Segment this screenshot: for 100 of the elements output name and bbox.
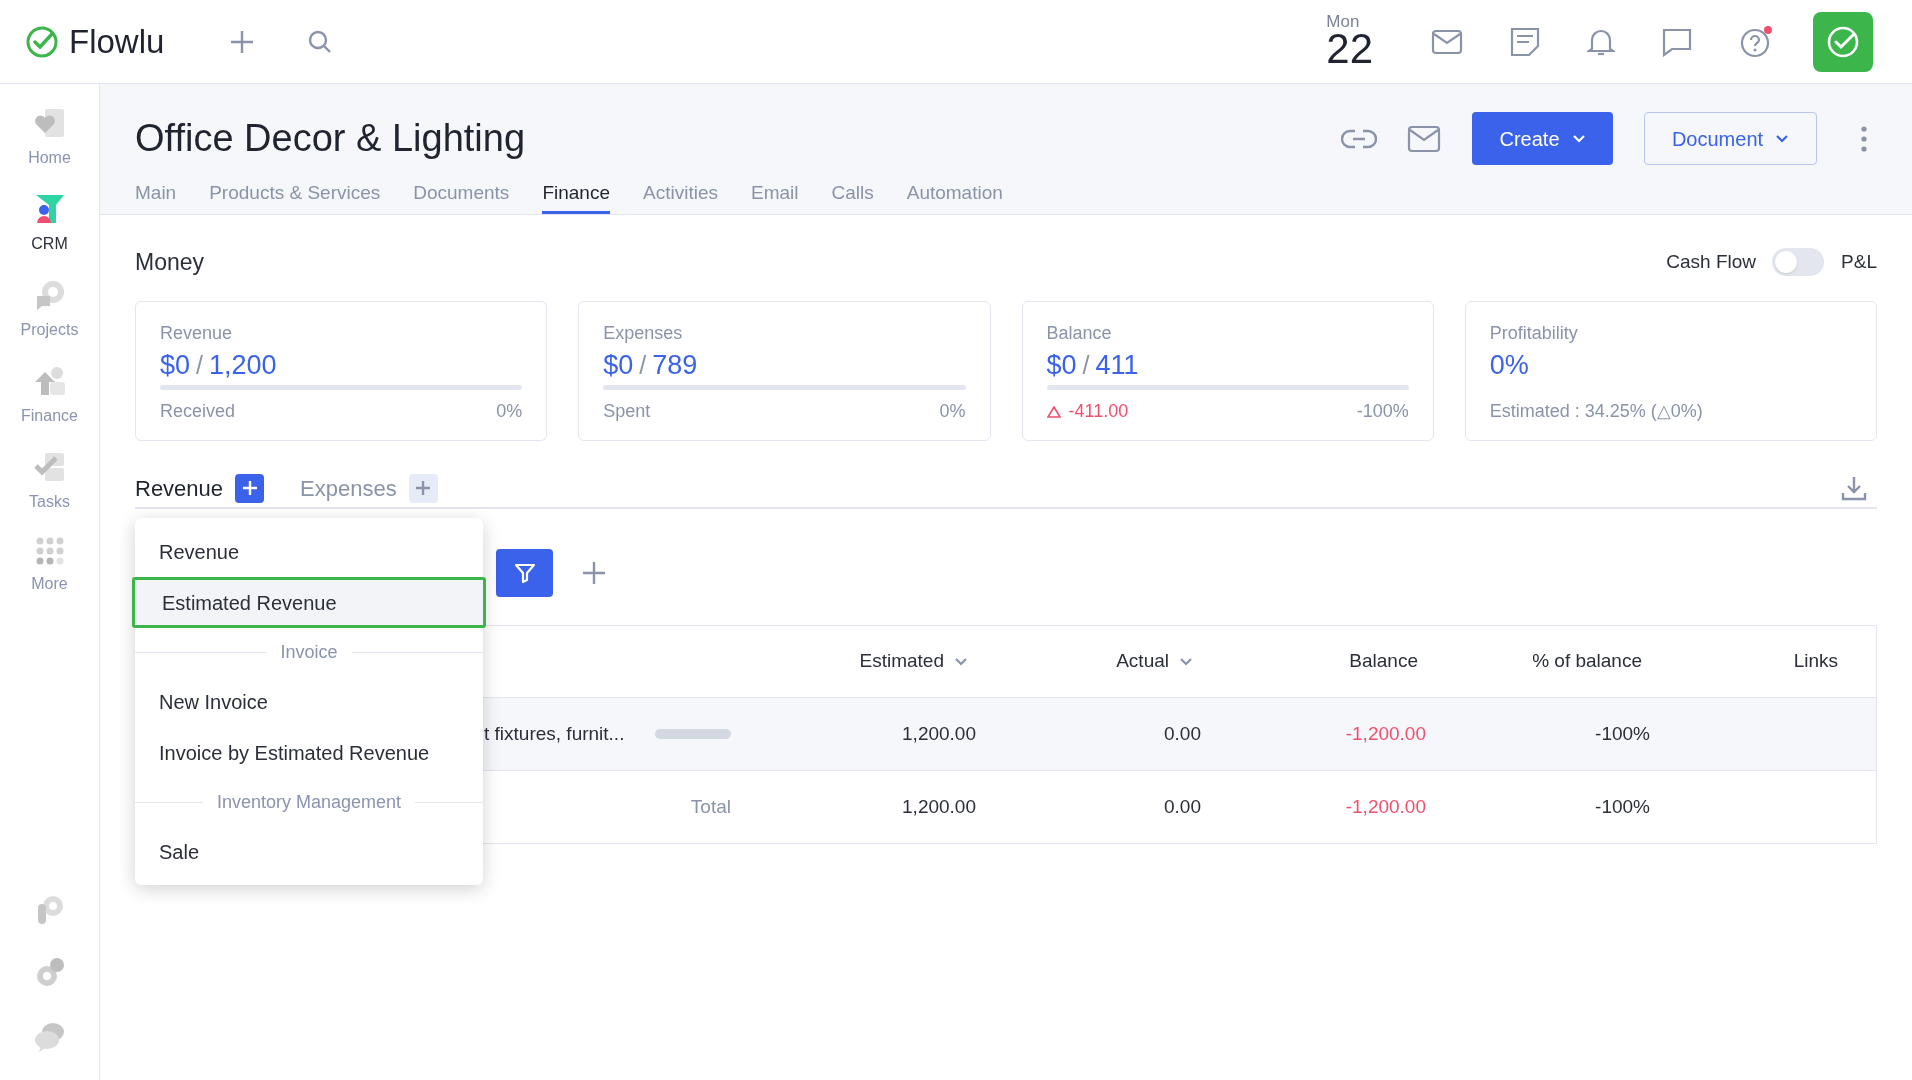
ledger-tab[interactable]: Revenue bbox=[135, 471, 224, 505]
document-button[interactable]: Document bbox=[1644, 112, 1817, 165]
chevron-down-icon bbox=[1571, 133, 1586, 144]
plus-icon[interactable] bbox=[229, 28, 255, 55]
approval-button[interactable] bbox=[1813, 11, 1873, 72]
separator-text: / bbox=[1082, 350, 1090, 381]
card-total: 1,200 bbox=[209, 349, 277, 382]
table-cell-text: 0.00 bbox=[1163, 721, 1201, 746]
more-icon[interactable] bbox=[1861, 125, 1867, 152]
separator-text: / bbox=[196, 350, 203, 381]
column-header-cell[interactable]: Estimated bbox=[751, 647, 976, 676]
separator-text: / bbox=[639, 350, 647, 381]
plus-icon[interactable] bbox=[581, 560, 607, 586]
card-footer-text: -411.00 bbox=[1068, 400, 1129, 423]
tab[interactable]: Activities bbox=[643, 169, 718, 214]
column-header-cell[interactable]: Balance bbox=[1201, 647, 1426, 676]
tab[interactable]: Automation bbox=[906, 169, 1003, 214]
table-cell-text: 1,200.00 bbox=[901, 721, 976, 746]
link-icon[interactable] bbox=[1341, 127, 1377, 150]
card-label: Revenue bbox=[160, 322, 234, 345]
tab[interactable]: Finance bbox=[542, 169, 610, 214]
sidebar-item[interactable]: CRM bbox=[4, 192, 95, 256]
column-header-cell[interactable]: % of balance bbox=[1426, 647, 1650, 676]
card-footer-text: Received bbox=[160, 400, 236, 423]
table-cell-text: 0.00 bbox=[1163, 794, 1201, 819]
plus-icon bbox=[415, 480, 432, 496]
add-button[interactable] bbox=[408, 473, 438, 503]
mail-icon[interactable] bbox=[1431, 28, 1463, 55]
card-value: $0 bbox=[160, 349, 191, 382]
card-footer-text: Estimated : 34.25% (△0%) bbox=[1489, 400, 1704, 423]
chat-bubbles-icon[interactable] bbox=[32, 1020, 67, 1054]
percent-text: 0% bbox=[496, 400, 523, 423]
column-header-text: Balance bbox=[1349, 649, 1418, 674]
filter-button[interactable] bbox=[496, 549, 553, 597]
card-label: Expenses bbox=[603, 322, 684, 345]
toggle-label: P&L bbox=[1841, 249, 1877, 274]
logo-icon bbox=[25, 24, 59, 59]
menu-item[interactable]: New Invoice bbox=[135, 676, 483, 727]
check-icon bbox=[1826, 24, 1860, 59]
column-header-text: Actual bbox=[1116, 649, 1169, 674]
column-header-text: Links bbox=[1793, 649, 1838, 674]
sidebar-item[interactable]: Finance bbox=[4, 364, 95, 428]
toggle-label: Cash Flow bbox=[1666, 249, 1757, 274]
chevron-down-icon bbox=[1775, 133, 1790, 144]
sidebar-item[interactable]: More bbox=[4, 536, 95, 596]
sidebar-item[interactable]: Projects bbox=[4, 278, 95, 342]
table-cell-text: -100% bbox=[1594, 794, 1650, 819]
tab[interactable]: Documents bbox=[413, 169, 510, 214]
menu-item[interactable]: Revenue bbox=[135, 526, 483, 577]
table-cell-text: -100% bbox=[1594, 721, 1650, 746]
column-header-cell[interactable]: Links bbox=[1650, 647, 1876, 676]
card-value: $0 bbox=[1046, 349, 1077, 382]
table-cell-text: -1,200.00 bbox=[1344, 721, 1426, 746]
description-text: t fixtures, furnit... bbox=[484, 721, 625, 746]
menu-section-label: Inventory Management bbox=[216, 790, 402, 814]
card-value: $0 bbox=[603, 349, 634, 382]
table-cell-text: -1,200.00 bbox=[1344, 794, 1426, 819]
column-header-text: % of balance bbox=[1532, 649, 1642, 674]
weekday-text: Mon bbox=[1326, 13, 1361, 30]
menu-item[interactable]: Estimated Revenue bbox=[132, 577, 486, 628]
sidebar-item[interactable]: Home bbox=[4, 106, 95, 170]
ledger-tab[interactable]: Expenses bbox=[300, 471, 397, 505]
card-label: Profitability bbox=[1489, 322, 1579, 345]
sidebar-item[interactable]: Tasks bbox=[4, 450, 95, 514]
percent-text: -100% bbox=[1356, 400, 1409, 423]
triangle-icon bbox=[1046, 405, 1061, 418]
note-icon[interactable] bbox=[1509, 25, 1541, 58]
toggle-switch[interactable] bbox=[1772, 248, 1825, 276]
table-cell-text: 1,200.00 bbox=[901, 794, 976, 819]
add-button[interactable] bbox=[235, 473, 265, 503]
card-total: 411 bbox=[1095, 349, 1139, 382]
menu-item[interactable]: Invoice by Estimated Revenue bbox=[135, 727, 483, 778]
download-icon[interactable] bbox=[1841, 475, 1867, 501]
column-header-text: Estimated bbox=[859, 649, 944, 674]
day-number: 22 bbox=[1326, 28, 1373, 70]
card-label: Balance bbox=[1046, 322, 1113, 345]
percent-text: 0% bbox=[939, 400, 966, 423]
menu-item[interactable]: Sale bbox=[135, 826, 483, 877]
heart-page-icon bbox=[32, 106, 67, 140]
menu-section-label: Invoice bbox=[280, 640, 338, 664]
tab[interactable]: Email bbox=[750, 169, 799, 214]
card-value: 0% bbox=[1489, 349, 1529, 382]
total-label: Total bbox=[690, 794, 731, 819]
search-icon[interactable] bbox=[307, 28, 333, 55]
plus-icon bbox=[241, 480, 258, 496]
section-title: Money bbox=[135, 247, 205, 277]
create-button[interactable]: Create bbox=[1472, 112, 1613, 165]
card-footer-text: Spent bbox=[603, 400, 651, 423]
page-title: Office Decor & Lighting bbox=[135, 116, 526, 161]
dots-grid-icon bbox=[34, 536, 65, 566]
tab[interactable]: Calls bbox=[831, 169, 874, 214]
logo-text: Flowlu bbox=[69, 21, 165, 62]
tab[interactable]: Main bbox=[135, 169, 177, 214]
checkmark-cards-icon bbox=[32, 450, 67, 484]
chat-icon[interactable] bbox=[1661, 26, 1693, 57]
column-header-cell[interactable]: Actual bbox=[976, 647, 1201, 676]
mail-icon[interactable] bbox=[1407, 124, 1441, 153]
filter-icon bbox=[512, 561, 537, 585]
tab[interactable]: Products & Services bbox=[209, 169, 381, 214]
card-total: 789 bbox=[652, 349, 698, 382]
